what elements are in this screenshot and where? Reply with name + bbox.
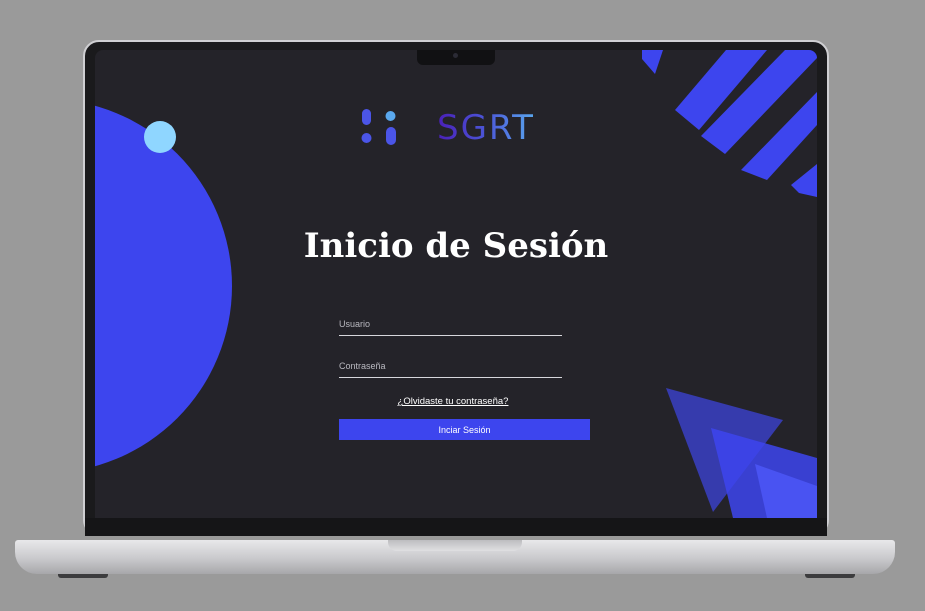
screen-bezel bbox=[85, 518, 827, 536]
diagonal-stripes-shape bbox=[642, 50, 817, 197]
logo-wordmark: SGRT bbox=[437, 106, 535, 151]
laptop-mockup: SGRT Inicio de Sesión ¿Olvidaste tu cont… bbox=[0, 0, 925, 611]
triangles-shape bbox=[666, 388, 817, 518]
login-button[interactable]: Inciar Sesión bbox=[339, 419, 590, 440]
password-field bbox=[339, 355, 562, 378]
laptop-opening-groove bbox=[388, 540, 522, 551]
password-input[interactable] bbox=[339, 355, 562, 377]
small-cyan-circle-shape bbox=[144, 121, 176, 153]
username-input[interactable] bbox=[339, 313, 562, 335]
camera-icon bbox=[453, 53, 458, 58]
laptop-foot-left bbox=[58, 574, 108, 578]
big-blue-circle-shape bbox=[95, 105, 232, 467]
forgot-password-link[interactable]: ¿Olvidaste tu contraseña? bbox=[339, 396, 567, 407]
app-logo: SGRT bbox=[360, 106, 560, 151]
sgrt-logo-icon bbox=[361, 109, 396, 145]
laptop-foot-right bbox=[805, 574, 855, 578]
page-title: Inicio de Sesión bbox=[303, 226, 609, 266]
login-screen: SGRT Inicio de Sesión ¿Olvidaste tu cont… bbox=[95, 50, 817, 518]
username-field bbox=[339, 313, 562, 336]
